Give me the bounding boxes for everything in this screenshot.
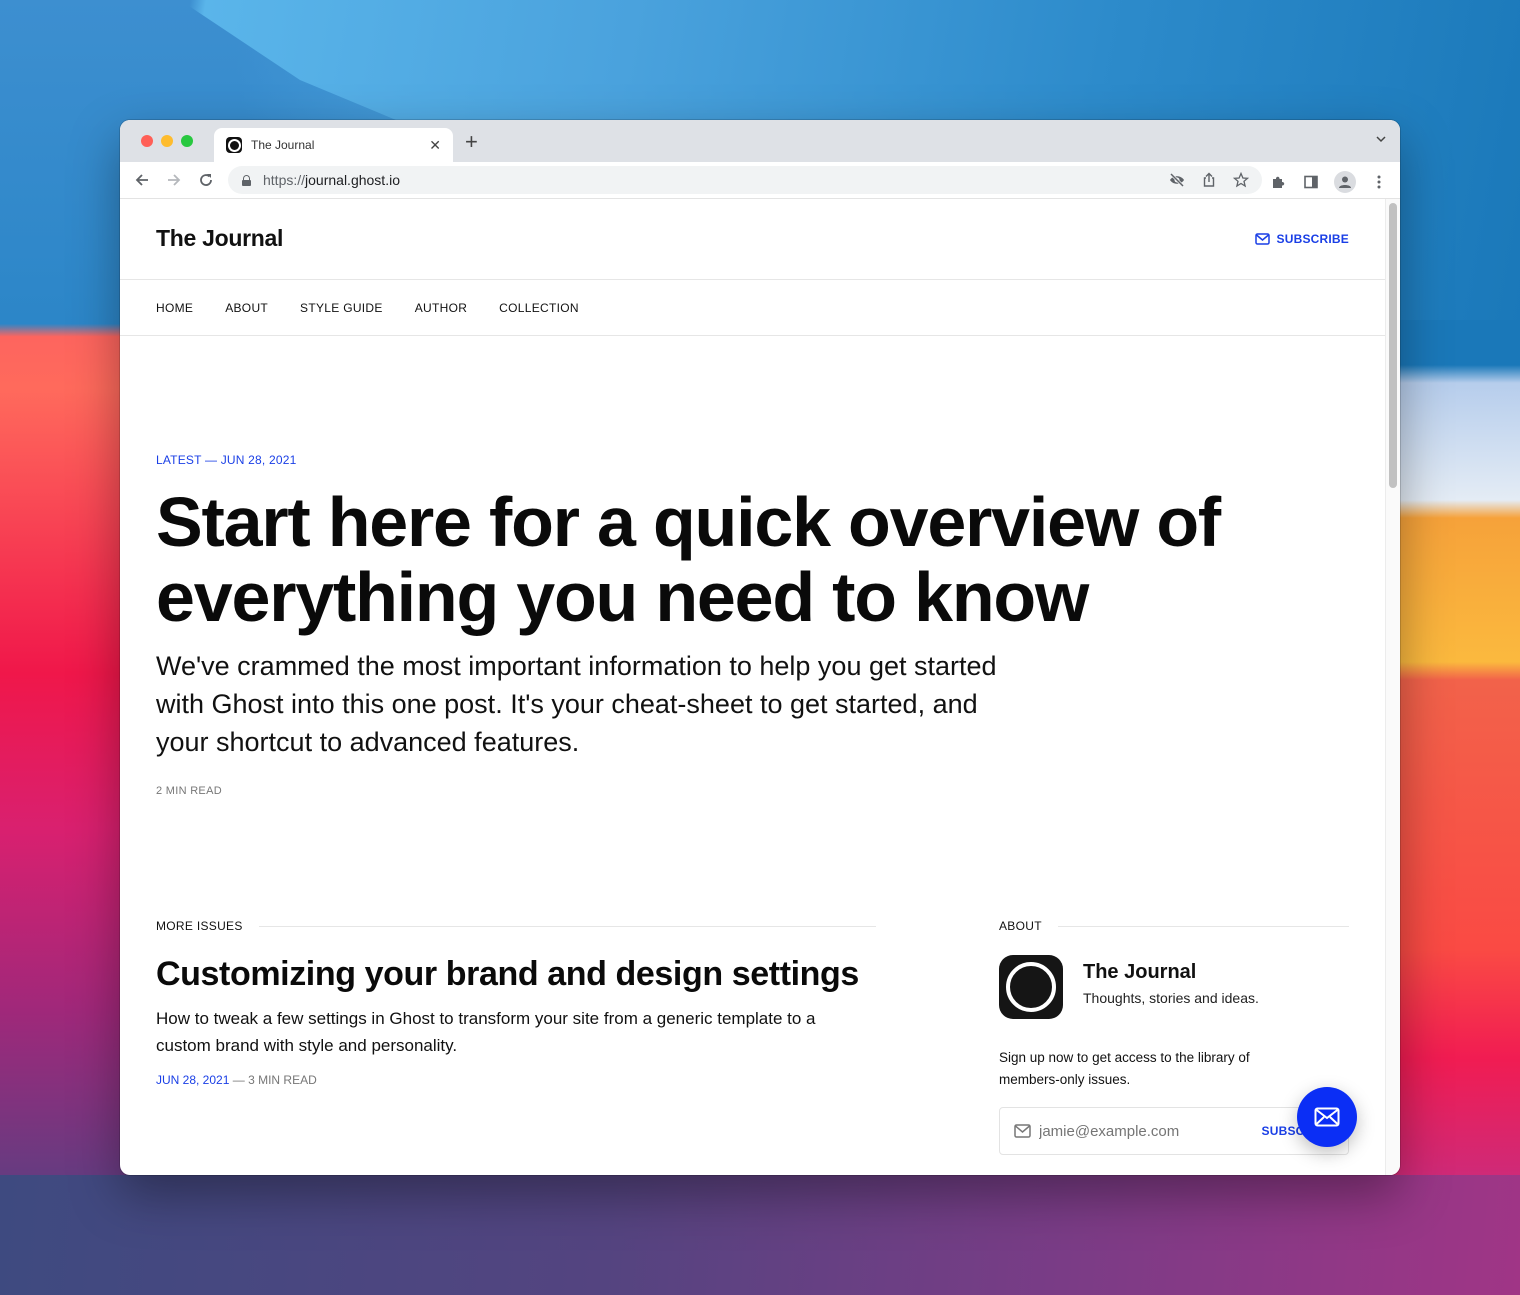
url-scheme: https:// (263, 172, 306, 188)
reload-button[interactable] (197, 172, 215, 190)
post-date: JUN 28, 2021 (156, 1073, 230, 1087)
page-viewport: The Journal SUBSCRIBE HOME ABOUT STYLE G… (120, 199, 1385, 1175)
star-icon[interactable] (1232, 171, 1250, 189)
subscribe-label: SUBSCRIBE (1276, 232, 1349, 246)
browser-window: The Journal ✕ + https://journal.ghost.io (120, 120, 1400, 1175)
envelope-icon (1014, 1124, 1031, 1138)
featured-excerpt: We've crammed the most important informa… (156, 651, 997, 757)
omnibox-actions (1168, 171, 1250, 189)
featured-title[interactable]: Start here for a quick overview of every… (156, 485, 1336, 635)
kebab-menu-icon[interactable] (1370, 173, 1388, 191)
meta-separator: — (229, 1073, 249, 1087)
about-site-name: The Journal (1083, 961, 1197, 983)
new-tab-button[interactable]: + (465, 131, 478, 153)
arrow-left-icon (135, 174, 148, 186)
lock-icon[interactable] (242, 174, 251, 186)
featured-post: LATEST — JUN 28, 2021 Start here for a q… (156, 453, 1336, 797)
close-window-button[interactable] (141, 135, 153, 147)
address-bar[interactable]: https://journal.ghost.io (228, 166, 1262, 194)
tab-strip: The Journal ✕ + (120, 120, 1400, 162)
url-host: journal.ghost.io (305, 172, 400, 188)
arrow-right-icon (168, 174, 181, 186)
section-heading-text: MORE ISSUES (156, 919, 243, 933)
zoom-window-button[interactable] (181, 135, 193, 147)
envelope-icon (1314, 1107, 1340, 1127)
envelope-icon (1254, 233, 1270, 245)
site-title[interactable]: The Journal (156, 225, 283, 252)
post-read-time: 3 MIN READ (248, 1073, 317, 1087)
wallpaper-bottom (0, 1175, 1520, 1295)
puzzle-icon[interactable] (1270, 173, 1288, 191)
browser-tab[interactable]: The Journal ✕ (214, 128, 453, 162)
nav-home[interactable]: HOME (156, 301, 193, 315)
featured-meta: LATEST — JUN 28, 2021 (156, 453, 297, 467)
profile-icon[interactable] (1334, 171, 1356, 193)
eye-off-icon[interactable] (1168, 171, 1186, 189)
post-title[interactable]: Customizing your brand and design settin… (156, 953, 876, 995)
forward-button[interactable] (165, 172, 183, 190)
scrollbar-thumb[interactable] (1389, 203, 1397, 488)
nav-author[interactable]: AUTHOR (415, 301, 467, 315)
window-controls (141, 135, 193, 147)
email-input[interactable] (1039, 1122, 1239, 1140)
close-tab-icon[interactable]: ✕ (429, 137, 441, 154)
subscribe-button[interactable]: SUBSCRIBE (1254, 232, 1349, 246)
browser-toolbar: https://journal.ghost.io (120, 162, 1400, 199)
back-button[interactable] (133, 172, 151, 190)
ghost-circle-icon (226, 137, 242, 153)
about-site-description: Thoughts, stories and ideas. (1083, 990, 1259, 1006)
more-issues: MORE ISSUES Customizing your brand and d… (156, 919, 876, 1087)
sidepanel-icon[interactable] (1302, 173, 1320, 191)
scrollbar[interactable] (1385, 199, 1400, 1175)
share-icon[interactable] (1200, 171, 1218, 189)
nav-collection[interactable]: COLLECTION (499, 301, 579, 315)
tab-title: The Journal (251, 138, 315, 152)
divider (1057, 925, 1349, 927)
more-issues-heading: MORE ISSUES (156, 919, 876, 933)
nav-style-guide[interactable]: STYLE GUIDE (300, 301, 383, 315)
url-text[interactable]: https://journal.ghost.io (263, 172, 400, 188)
featured-read-time: 2 MIN READ (156, 785, 222, 797)
reload-icon (200, 174, 212, 186)
divider (258, 925, 876, 927)
post-excerpt: How to tweak a few settings in Ghost to … (156, 1009, 816, 1055)
post-card: Customizing your brand and design settin… (156, 953, 876, 1087)
chevron-down-icon[interactable] (1376, 134, 1386, 144)
wallpaper-stripes (1380, 320, 1520, 1220)
site-nav: HOME ABOUT STYLE GUIDE AUTHOR COLLECTION (120, 280, 1385, 336)
nav-about[interactable]: ABOUT (225, 301, 268, 315)
post-meta: JUN 28, 2021 — 3 MIN READ (156, 1073, 876, 1087)
portal-trigger-button[interactable] (1297, 1087, 1357, 1147)
about-cta: Sign up now to get access to the library… (999, 1050, 1250, 1087)
site-logo-icon (999, 955, 1063, 1019)
about-card: The Journal Thoughts, stories and ideas. (999, 955, 1349, 1019)
about-heading: ABOUT (999, 919, 1349, 933)
site-header: The Journal SUBSCRIBE (120, 199, 1385, 280)
section-heading-text: ABOUT (999, 919, 1042, 933)
extension-actions (1270, 171, 1388, 193)
minimize-window-button[interactable] (161, 135, 173, 147)
